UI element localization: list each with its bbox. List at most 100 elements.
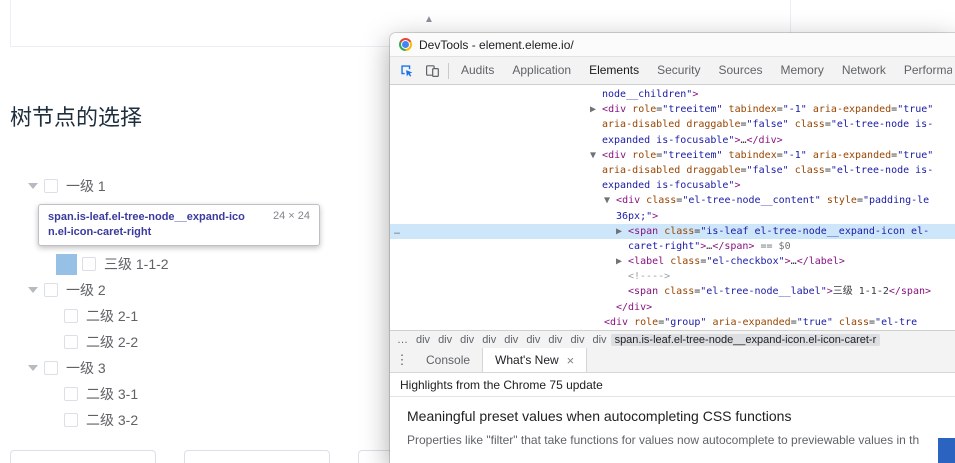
breadcrumb-item[interactable]: div <box>566 334 588 346</box>
breadcrumb-item[interactable]: div <box>522 334 544 346</box>
code-token: "padding-le <box>863 195 929 206</box>
code-token: </label> <box>797 256 845 267</box>
code-line[interactable]: ▼ <div class="el-tree-node__content" sty… <box>390 193 955 208</box>
checkbox[interactable] <box>44 361 58 375</box>
panel-tab-security[interactable]: Security <box>648 57 709 84</box>
code-token: "true" <box>797 317 833 328</box>
breadcrumb-item[interactable]: div <box>589 334 611 346</box>
breadcrumb-item[interactable]: div <box>434 334 456 346</box>
code-line[interactable]: expanded is-focusable">…</div> <box>390 133 955 148</box>
code-token: "false" <box>747 165 789 176</box>
breadcrumb-item[interactable]: div <box>412 334 434 346</box>
panel-tab-performance[interactable]: Performance <box>895 57 952 84</box>
checkbox[interactable] <box>64 335 78 349</box>
code-line[interactable]: aria-disabled draggable="false" class="e… <box>390 117 955 132</box>
tooltip-selector-line: n.el-icon-caret-right <box>48 225 245 240</box>
code-line[interactable]: expanded is-focusable"> <box>390 178 955 193</box>
expand-ellipsis-icon[interactable]: … <box>394 224 401 239</box>
breadcrumb-item[interactable]: div <box>500 334 522 346</box>
code-token: "treeitem" <box>662 104 722 115</box>
code-token: expanded is-focusable" <box>602 135 734 146</box>
checkbox[interactable] <box>44 179 58 193</box>
tree-node-label: 二级 2-2 <box>86 332 138 352</box>
devtools-toolbar: AuditsApplicationElementsSecuritySources… <box>390 57 955 85</box>
code-line[interactable]: ▶ <div role="treeitem" tabindex="-1" ari… <box>390 102 955 117</box>
code-line[interactable]: aria-disabled draggable="false" class="e… <box>390 163 955 178</box>
tree-node[interactable]: 一级 3 <box>0 355 385 381</box>
code-token: aria-expanded <box>813 150 891 161</box>
demo-button[interactable] <box>10 450 156 463</box>
code-line[interactable]: 36px;"> <box>390 209 955 224</box>
panel-tabs: AuditsApplicationElementsSecuritySources… <box>452 57 952 84</box>
code-line[interactable]: caret-right">…</span> == $0 <box>390 239 955 254</box>
tree-node[interactable]: 一级 1 <box>0 173 385 199</box>
code-line[interactable]: ▼ <div role="treeitem" tabindex="-1" ari… <box>390 148 955 163</box>
code-token: "el-tree-node is- <box>831 119 933 130</box>
code-line[interactable]: ▶ <label class="el-checkbox">…</label> <box>390 254 955 269</box>
code-line[interactable]: <!----> <box>390 269 955 284</box>
panel-tab-sources[interactable]: Sources <box>709 57 771 84</box>
code-token: node__children" <box>602 89 692 100</box>
checkbox[interactable] <box>64 309 78 323</box>
breadcrumb-item[interactable]: … <box>393 334 412 346</box>
code-token: > <box>652 211 658 222</box>
tree-node[interactable]: 二级 2-2 <box>0 329 385 355</box>
checkbox[interactable] <box>64 387 78 401</box>
drawer-tab-console[interactable]: Console <box>414 348 482 372</box>
checkbox[interactable] <box>64 413 78 427</box>
checkbox[interactable] <box>82 257 96 271</box>
tree-node[interactable]: 一级 2 <box>0 277 385 303</box>
caret-down-icon[interactable] <box>28 287 38 293</box>
drawer-tabbar: ⋮ Console What's New × <box>390 348 955 373</box>
code-token: "el-tre <box>875 317 917 328</box>
code-token: 36px;" <box>616 211 652 222</box>
code-line[interactable]: <span class="el-tree-node__label">三级 1-1… <box>390 284 955 299</box>
code-token: ▼ <box>590 150 602 161</box>
code-line[interactable]: …▶ <span class="is-leaf el-tree-node__ex… <box>390 224 955 239</box>
code-token: class <box>670 256 700 267</box>
breadcrumb-item[interactable]: div <box>478 334 500 346</box>
code-token: role <box>634 317 658 328</box>
panel-tab-network[interactable]: Network <box>833 57 895 84</box>
code-line[interactable]: node__children"> <box>390 87 955 102</box>
tree-node[interactable]: 二级 3-2 <box>0 407 385 433</box>
code-token: style <box>827 195 857 206</box>
panel-tab-memory[interactable]: Memory <box>772 57 833 84</box>
panel-tab-elements[interactable]: Elements <box>580 57 648 84</box>
code-line[interactable]: <div role="group" aria-expanded="true" c… <box>390 315 955 330</box>
elements-code: node__children">▶ <div role="treeitem" t… <box>390 85 955 330</box>
tree-node-label: 一级 1 <box>66 176 106 196</box>
whats-new-body: Properties like "filter" that take funct… <box>407 433 938 447</box>
breadcrumb-item-selected[interactable]: span.is-leaf.el-tree-node__expand-icon.e… <box>611 334 881 346</box>
close-icon[interactable]: × <box>567 354 575 367</box>
code-token: "true" <box>897 104 933 115</box>
caret-down-icon[interactable] <box>28 365 38 371</box>
whats-new-content: Meaningful preset values when autocomple… <box>390 397 955 463</box>
panel-tab-audits[interactable]: Audits <box>452 57 503 84</box>
checkbox[interactable] <box>44 283 58 297</box>
caret-down-icon[interactable] <box>28 183 38 189</box>
breadcrumb-item[interactable]: div <box>456 334 478 346</box>
code-token: expanded is-focusable" <box>602 180 734 191</box>
code-token: role <box>632 104 656 115</box>
kebab-menu-icon[interactable]: ⋮ <box>390 348 414 372</box>
demo-button[interactable] <box>184 450 330 463</box>
tree-node[interactable]: 二级 2-1 <box>0 303 385 329</box>
inspect-highlight-overlay <box>56 254 77 275</box>
inspect-element-icon[interactable] <box>393 58 419 84</box>
device-toolbar-icon[interactable] <box>419 58 445 84</box>
panel-tab-application[interactable]: Application <box>503 57 580 84</box>
tree-node-label: 三级 1-1-2 <box>104 254 169 274</box>
breadcrumb-item[interactable]: div <box>544 334 566 346</box>
tree-node[interactable]: 二级 3-1 <box>0 381 385 407</box>
tooltip-selector-line: span.is-leaf.el-tree-node__expand-ico <box>48 210 245 225</box>
code-line[interactable]: </div> <box>390 300 955 315</box>
breadcrumb: …divdivdivdivdivdivdivdivdivspan.is-leaf… <box>390 330 955 348</box>
devtools-titlebar[interactable]: DevTools - element.eleme.io/ <box>390 33 955 57</box>
drawer-tab-whats-new[interactable]: What's New × <box>482 348 587 372</box>
code-token: class <box>664 226 694 237</box>
code-token: "is-leaf el-tree-node__expand-icon el- <box>700 226 929 237</box>
tree-node[interactable]: 三级 1-1-2 <box>0 251 385 277</box>
code-token: </span> <box>712 241 754 252</box>
code-token: draggable <box>686 165 740 176</box>
